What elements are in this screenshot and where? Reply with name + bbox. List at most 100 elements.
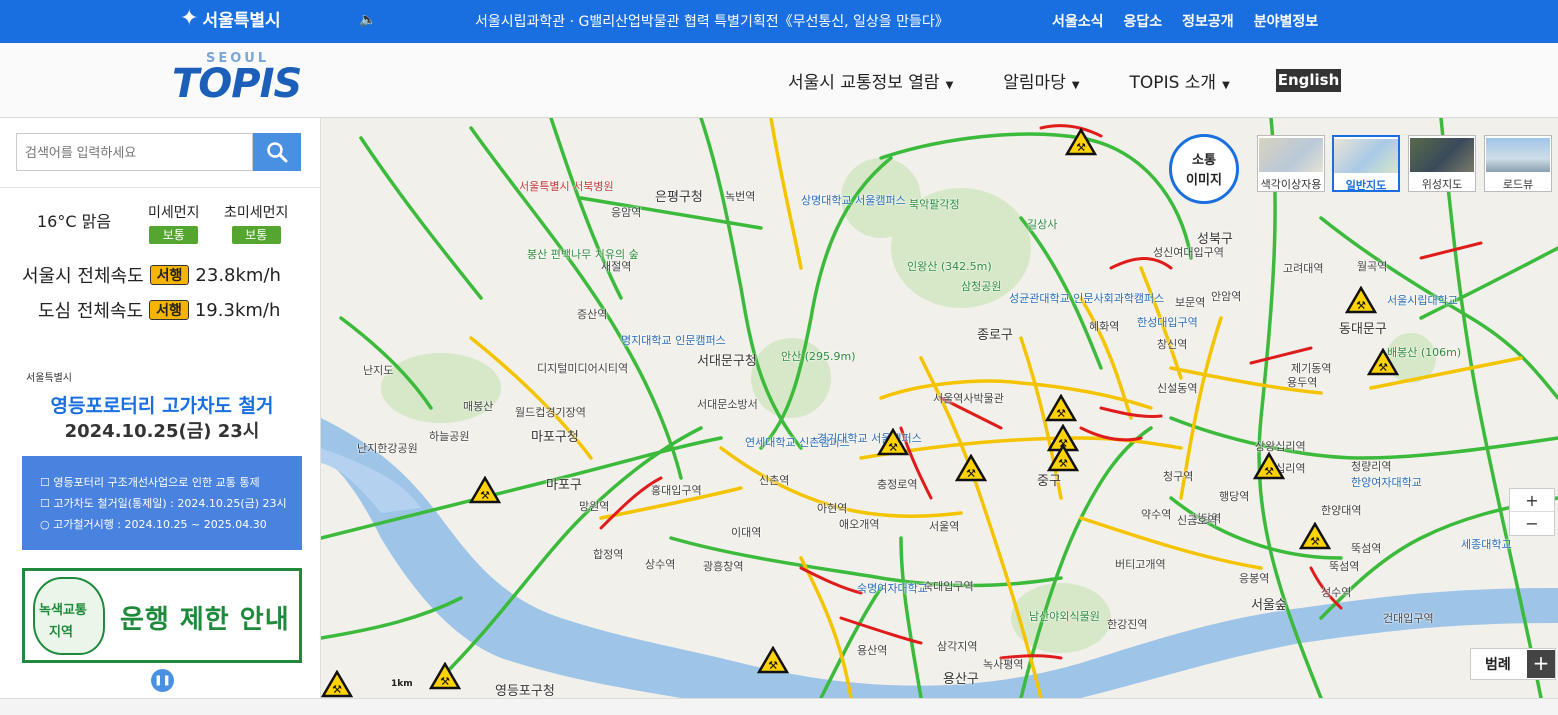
maptype-thumbnail [1259,138,1323,172]
map-label: 숙명여자대학교 [857,582,928,595]
roadwork-warning-icon[interactable]: ⚒ [1345,286,1377,314]
fine-dust: 미세먼지 보통 [148,202,200,244]
map-label: 녹번역 [725,190,756,203]
map-label: 길상사 [1027,218,1058,231]
maptype-roadview[interactable]: 로드뷰 [1484,135,1552,192]
map-label: 종로구 [977,328,1013,343]
top-bar: ✦ 서울특별시 🔈 서울시립과학관 · G밸리산업박물관 협력 특별기획전《무선… [0,0,1558,43]
news-ticker[interactable]: 서울시립과학관 · G밸리산업박물관 협력 특별기획전《무선통신, 일상을 만들… [475,11,949,31]
speaker-icon[interactable]: 🔈 [359,12,376,28]
maptype-colorblind[interactable]: 색각이상자용 [1257,135,1325,192]
map-label: 북악팔각정 [909,198,960,211]
city-speed-row: 서울시 전체속도 서행 23.8km/h [22,262,281,288]
map-label: 건대입구역 [1383,612,1434,625]
svg-text:⚒: ⚒ [966,467,976,480]
search-icon [267,142,288,163]
svg-text:⚒: ⚒ [332,683,342,696]
nav-about-label: TOPIS 소개 [1129,73,1217,93]
chevron-down-icon: ▼ [1222,80,1230,91]
map-label: 용산역 [857,644,888,657]
traffic-map[interactable]: 은평구청 서대문구청 마포구청 마포구 종로구 중구 용산구 성북구 동대문구 … [321,118,1558,698]
svg-text:⚒: ⚒ [1056,407,1066,420]
roadwork-warning-icon[interactable]: ⚒ [429,662,461,690]
map-label: 서대문구청 [697,354,757,369]
banner-pause-button[interactable]: ❚❚ [151,669,174,692]
map-label: 충정로역 [877,478,918,491]
map-label: 동대문구 [1339,322,1387,337]
topis-logo[interactable]: SEOUL TOPIS [172,51,302,111]
map-label: 서울시립대학교 [1387,294,1458,307]
banner-line: ☐ 고가차도 철거일(통제일) : 2024.10.25(금) 23시 [40,497,287,510]
banner-line: ☐ 영등포터리 구조개선사업으로 인한 교통 통제 [40,476,260,489]
legend-label: 범례 [1485,657,1511,673]
map-label: 보문역 [1175,296,1206,309]
map-label: 고려대역 [1283,262,1324,275]
top-link-seoul-news[interactable]: 서울소식 [1052,11,1104,31]
map-label: 상명대학교 서울캠퍼스 [801,194,906,207]
ultrafine-dust-label: 초미세먼지 [224,205,289,221]
maptype-general[interactable]: 일반지도 [1332,135,1400,192]
traffic-image-label-2: 이미지 [1186,173,1222,188]
nav-notice[interactable]: 알림마당 ▼ [1003,68,1079,93]
site-header: SEOUL TOPIS 서울시 교통정보 열람 ▼ 알림마당 ▼ TOPIS 소개 ▼… [0,43,1558,118]
search-button[interactable] [253,133,301,171]
fine-dust-badge: 보통 [149,226,199,244]
roadwork-warning-icon[interactable]: ⚒ [1299,522,1331,550]
map-label: 혜화역 [1089,320,1120,333]
top-link-info-disclosure[interactable]: 정보공개 [1182,11,1234,31]
seoul-city-logo[interactable]: ✦ 서울특별시 [180,6,281,31]
map-label: 행당역 [1219,490,1250,503]
maptype-satellite[interactable]: 위성지도 [1408,135,1476,192]
svg-text:⚒: ⚒ [440,675,450,688]
svg-text:⚒: ⚒ [1264,465,1274,478]
legend-button[interactable]: 범례 + [1470,648,1556,680]
map-label: 봉산 편백나무 치유의 숲 [527,248,639,261]
map-label: 신금호역 [1177,514,1218,527]
map-label: 한강진역 [1107,618,1148,631]
roadwork-warning-icon[interactable]: ⚒ [877,428,909,456]
seoul-logo-icon: ✦ [180,6,199,31]
map-label: 은평구청 [655,190,703,205]
english-button[interactable]: English [1276,69,1341,92]
roadwork-warning-icon[interactable]: ⚒ [321,670,353,698]
downtown-speed-label: 도심 전체속도 [38,301,144,322]
maptype-label: 위성지도 [1421,178,1463,191]
maptype-thumbnail [1410,138,1474,172]
map-label: 세종대학교 [1461,538,1512,551]
roadwork-warning-icon[interactable]: ⚒ [1367,348,1399,376]
downtown-speed-status: 서행 [149,300,189,320]
roadwork-warning-icon[interactable]: ⚒ [1253,452,1285,480]
roadwork-warning-icon[interactable]: ⚒ [1065,128,1097,156]
roadwork-warning-icon[interactable]: ⚒ [1047,444,1079,472]
map-label: 안암역 [1211,290,1242,303]
yeongdeungpo-banner[interactable]: 서울특별시 영등포로터리 고가차도 철거 2024.10.25(금) 23시 ☐… [22,361,302,550]
topis-logo-main: TOPIS [172,61,302,107]
top-link-field-info[interactable]: 분야별정보 [1254,11,1318,31]
nav-traffic-info-label: 서울시 교통정보 열람 [788,73,940,93]
roadwork-warning-icon[interactable]: ⚒ [757,646,789,674]
roadwork-warning-icon[interactable]: ⚒ [1045,394,1077,422]
map-label: 청량리역 [1351,460,1392,473]
traffic-image-button[interactable]: 소통 이미지 [1169,134,1239,204]
map-label: 녹사평역 [983,658,1024,671]
left-panel: 16°C 맑음 미세먼지 보통 초미세먼지 보통 서울시 전체속도 서행 23.… [0,118,321,698]
roadwork-warning-icon[interactable]: ⚒ [955,454,987,482]
map-label: 상수역 [645,558,676,571]
roadwork-warning-icon[interactable]: ⚒ [469,476,501,504]
top-link-eungdapso[interactable]: 응답소 [1124,11,1163,31]
nav-about-topis[interactable]: TOPIS 소개 ▼ [1130,68,1230,93]
svg-text:⚒: ⚒ [1058,457,1068,470]
nav-traffic-info[interactable]: 서울시 교통정보 열람 ▼ [788,68,953,93]
green-traffic-banner[interactable]: 녹색교통 지역 운행 제한 안내 [22,568,302,663]
map-label: 성신여대입구역 [1153,246,1224,259]
map-label: 한양여자대학교 [1351,476,1422,489]
zoom-in-button[interactable]: + [1510,489,1554,512]
maptype-label: 색각이상자용 [1260,178,1322,191]
map-label: 중구 [1037,474,1061,489]
svg-text:⚒: ⚒ [1310,535,1320,548]
map-label: 삼청공원 [961,280,1002,293]
map-label: 난지도 [363,364,394,377]
zoom-out-button[interactable]: − [1510,512,1554,535]
search-input[interactable] [16,133,253,171]
map-label: 디지털미디어시티역 [537,362,629,375]
